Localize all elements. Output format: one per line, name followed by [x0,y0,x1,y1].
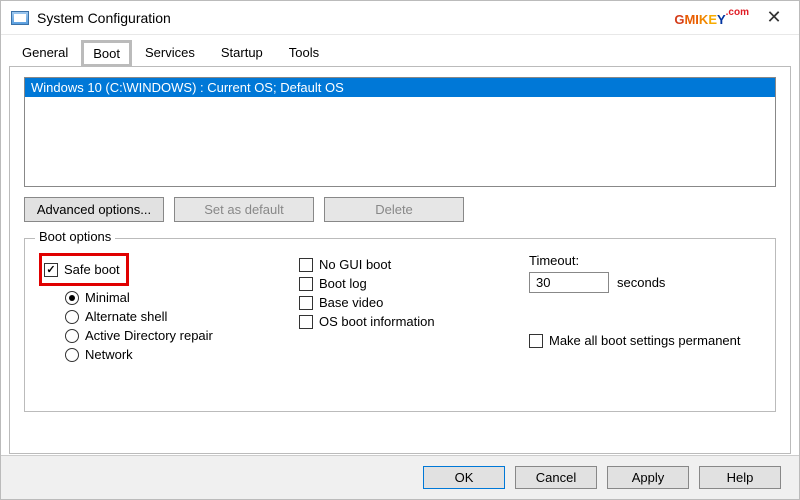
titlebar: System Configuration GMIKEY.com ✕ [1,1,799,35]
checkbox-icon [529,334,543,348]
network-radio[interactable]: Network [65,347,299,362]
safe-boot-highlight: Safe boot [39,253,129,286]
delete-button: Delete [324,197,464,222]
safe-boot-checkbox[interactable]: Safe boot [44,262,120,277]
timeout-unit: seconds [617,275,665,290]
os-list[interactable]: Windows 10 (C:\WINDOWS) : Current OS; De… [24,77,776,187]
tab-general[interactable]: General [9,39,81,66]
ad-repair-radio[interactable]: Active Directory repair [65,328,299,343]
minimal-label: Minimal [85,290,130,305]
window-title: System Configuration [37,10,171,26]
help-button[interactable]: Help [699,466,781,489]
ok-button[interactable]: OK [423,466,505,489]
cancel-button[interactable]: Cancel [515,466,597,489]
apply-button[interactable]: Apply [607,466,689,489]
ad-repair-label: Active Directory repair [85,328,213,343]
boot-options-legend: Boot options [35,229,115,244]
tab-services[interactable]: Services [132,39,208,66]
app-icon [11,11,29,25]
make-permanent-label: Make all boot settings permanent [549,333,741,348]
set-as-default-button: Set as default [174,197,314,222]
base-video-checkbox[interactable]: Base video [299,295,529,310]
no-gui-boot-label: No GUI boot [319,257,391,272]
timeout-input[interactable]: 30 [529,272,609,293]
base-video-label: Base video [319,295,383,310]
tab-startup[interactable]: Startup [208,39,276,66]
minimal-radio[interactable]: Minimal [65,290,299,305]
network-label: Network [85,347,133,362]
radio-icon [65,291,79,305]
close-icon[interactable]: ✕ [759,7,789,29]
tab-content-boot: Windows 10 (C:\WINDOWS) : Current OS; De… [9,66,791,454]
tab-boot[interactable]: Boot [81,40,132,67]
safe-boot-label: Safe boot [64,262,120,277]
radio-icon [65,310,79,324]
no-gui-boot-checkbox[interactable]: No GUI boot [299,257,529,272]
boot-log-label: Boot log [319,276,367,291]
boot-options-group: Boot options Safe boot Minimal [24,238,776,412]
checkbox-icon [299,315,313,329]
radio-icon [65,329,79,343]
watermark-logo: GMIKEY.com [674,7,749,30]
os-list-item-selected[interactable]: Windows 10 (C:\WINDOWS) : Current OS; De… [25,78,775,97]
tab-tools[interactable]: Tools [276,39,332,66]
os-buttons-row: Advanced options... Set as default Delet… [24,197,776,222]
checkbox-icon [299,258,313,272]
os-boot-info-checkbox[interactable]: OS boot information [299,314,529,329]
system-configuration-window: System Configuration GMIKEY.com ✕ Genera… [0,0,800,500]
os-boot-info-label: OS boot information [319,314,435,329]
checkbox-icon [299,296,313,310]
dialog-button-bar: OK Cancel Apply Help [1,455,799,499]
timeout-label: Timeout: [529,253,761,268]
boot-log-checkbox[interactable]: Boot log [299,276,529,291]
advanced-options-button[interactable]: Advanced options... [24,197,164,222]
checkbox-icon [44,263,58,277]
alternate-shell-radio[interactable]: Alternate shell [65,309,299,324]
radio-icon [65,348,79,362]
make-permanent-checkbox[interactable]: Make all boot settings permanent [529,333,761,348]
tab-strip: General Boot Services Startup Tools [1,35,799,66]
checkbox-icon [299,277,313,291]
alternate-shell-label: Alternate shell [85,309,167,324]
